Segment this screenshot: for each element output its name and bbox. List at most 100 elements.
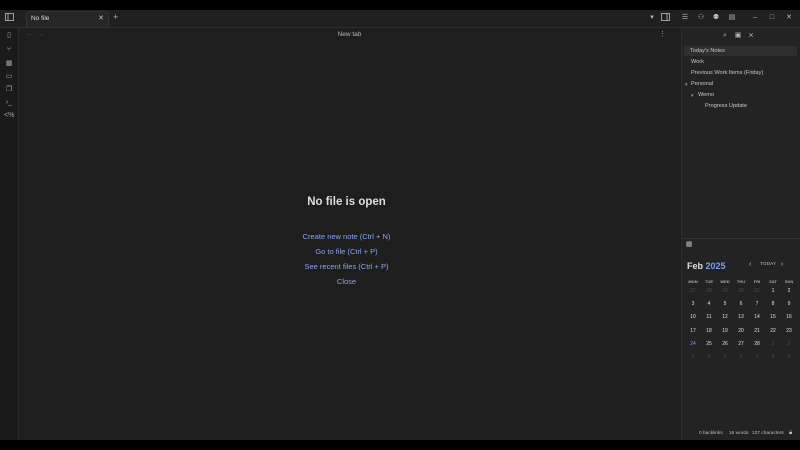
calendar-next-icon[interactable]: › <box>781 261 783 268</box>
calendar-year: 2025 <box>705 261 726 271</box>
calendar-day[interactable]: 20 <box>733 328 749 334</box>
maximize-button[interactable]: □ <box>767 13 777 23</box>
calendar-day[interactable]: 15 <box>765 314 781 320</box>
note-view-icon[interactable]: ▣ <box>733 31 743 41</box>
tab-close-icon[interactable]: ✕ <box>98 14 104 22</box>
tab-bar: No file ✕ + ▾ ☰ ⚇ ⚉ ▤ – □ ✕ <box>0 10 800 28</box>
new-tab-button[interactable]: + <box>113 13 118 22</box>
calendar-day[interactable]: 10 <box>685 314 701 320</box>
lock-icon[interactable]: 🔒︎ <box>789 430 792 437</box>
status-bar: 0 backlinks 16 words 137 characters 🔒︎ <box>681 428 800 440</box>
calendar-today-button[interactable]: TODAY <box>760 262 776 267</box>
note-item-progress-update[interactable]: Progress Update <box>705 103 747 109</box>
minimize-button[interactable]: – <box>750 13 760 23</box>
divider <box>682 238 800 239</box>
user-icon[interactable]: ⚇ <box>696 13 706 23</box>
calendar-day[interactable]: 4 <box>701 301 717 307</box>
calendar-day[interactable]: 14 <box>749 314 765 320</box>
calendar-day[interactable]: 5 <box>717 301 733 307</box>
calendar-day[interactable]: 24 <box>685 341 701 347</box>
terminal-icon[interactable]: ›_ <box>4 98 14 108</box>
calendar-weekday: THU <box>736 279 746 284</box>
calendar-day[interactable]: 1 <box>765 341 781 347</box>
calendar-day[interactable]: 6 <box>733 301 749 307</box>
tab-label: No file <box>31 15 50 22</box>
calendar-day[interactable]: 1 <box>765 288 781 294</box>
calendar-day[interactable]: 30 <box>733 288 749 294</box>
calendar-day[interactable]: 19 <box>717 328 733 334</box>
calendar-weekday: TUE <box>705 279 713 284</box>
calendar-day[interactable]: 3 <box>685 301 701 307</box>
list-icon[interactable]: ☰ <box>680 13 690 23</box>
template-icon[interactable]: <% <box>4 111 14 121</box>
calendar-day[interactable]: 3 <box>685 354 701 360</box>
chevron-down-icon[interactable]: ▾ <box>647 13 657 23</box>
calendar-day[interactable]: 7 <box>749 301 765 307</box>
calendar-day[interactable]: 2 <box>781 341 797 347</box>
grid-icon[interactable]: ▦ <box>4 59 14 69</box>
note-item-personal[interactable]: Personal <box>691 81 713 87</box>
calendar-weekday: MON <box>688 279 698 284</box>
search-icon[interactable]: ⌕ <box>720 31 730 41</box>
calendar-month-title: Feb 2025 <box>687 261 726 271</box>
calendar-day[interactable]: 21 <box>749 328 765 334</box>
calendar-day[interactable]: 18 <box>701 328 717 334</box>
calendar-day[interactable]: 22 <box>765 328 781 334</box>
calendar-day[interactable]: 8 <box>765 354 781 360</box>
fork-icon[interactable]: ⑂ <box>4 45 14 55</box>
more-options-icon[interactable]: ⋮ <box>659 30 666 38</box>
calendar-day[interactable]: 7 <box>749 354 765 360</box>
chevron-down-icon[interactable]: ▾ <box>685 82 688 88</box>
calendar-day[interactable]: 16 <box>781 314 797 320</box>
create-new-note-link[interactable]: Create new note (Ctrl + N) <box>19 232 674 241</box>
collapse-icon[interactable]: ⨯ <box>746 31 756 41</box>
calendar-day[interactable]: 8 <box>765 301 781 307</box>
calendar-day[interactable]: 28 <box>749 341 765 347</box>
calendar-day[interactable]: 12 <box>717 314 733 320</box>
left-ribbon: ▯ ⑂ ▦ ▭ ❐ ›_ <% <box>0 28 19 440</box>
calendar-day[interactable]: 26 <box>717 341 733 347</box>
calendar-day[interactable]: 29 <box>717 288 733 294</box>
note-item-previous-work[interactable]: Previous Work Items (Friday) <box>691 70 763 76</box>
calendar-day[interactable]: 17 <box>685 328 701 334</box>
close-link[interactable]: Close <box>19 277 674 286</box>
calendar-day[interactable]: 27 <box>733 341 749 347</box>
calendar-day[interactable]: 9 <box>781 354 797 360</box>
archive-icon[interactable]: ▤ <box>727 13 737 23</box>
file-icon[interactable]: ▯ <box>4 31 14 41</box>
calendar-prev-icon[interactable]: ‹ <box>749 261 751 268</box>
calendar-day[interactable]: 25 <box>701 341 717 347</box>
chevron-down-icon[interactable]: ▾ <box>691 93 694 99</box>
pane-title: New tab <box>337 31 362 38</box>
calendar-weekday: FRI <box>753 279 761 284</box>
empty-state-title: No file is open <box>307 196 386 208</box>
note-item-work[interactable]: Work <box>691 59 704 65</box>
calendar-weekday: SUN <box>784 279 794 284</box>
see-recent-files-link[interactable]: See recent files (Ctrl + P) <box>19 262 674 271</box>
calendar-day[interactable]: 4 <box>701 354 717 360</box>
sidebar-left-toggle-icon[interactable] <box>4 13 14 23</box>
calendar-day[interactable]: 6 <box>733 354 749 360</box>
calendar-day[interactable]: 5 <box>717 354 733 360</box>
calendar-day[interactable]: 23 <box>781 328 797 334</box>
backlinks-count[interactable]: 0 backlinks <box>699 431 723 436</box>
note-item-wemo[interactable]: Wemo <box>698 92 714 98</box>
calendar-day[interactable]: 28 <box>701 288 717 294</box>
calendar-day[interactable]: 31 <box>749 288 765 294</box>
calendar-weekday: SAT <box>769 279 777 284</box>
sidebar-right-toggle-icon[interactable] <box>660 13 670 23</box>
calendar-day[interactable]: 27 <box>685 288 701 294</box>
calendar-day[interactable]: 13 <box>733 314 749 320</box>
window-close-button[interactable]: ✕ <box>784 13 794 23</box>
character-count: 137 characters <box>752 431 784 436</box>
user-edit-icon[interactable]: ⚉ <box>711 13 721 23</box>
copy-icon[interactable]: ❐ <box>4 85 14 95</box>
calendar-icon[interactable]: ▦ <box>684 240 694 250</box>
tab-no-file[interactable]: No file ✕ <box>26 11 109 27</box>
calendar-icon[interactable]: ▭ <box>4 72 14 82</box>
note-item-todays-notes[interactable]: Today's Notes <box>684 46 797 56</box>
calendar-day[interactable]: 2 <box>781 288 797 294</box>
calendar-day[interactable]: 9 <box>781 301 797 307</box>
calendar-day[interactable]: 11 <box>701 314 717 320</box>
go-to-file-link[interactable]: Go to file (Ctrl + P) <box>19 247 674 256</box>
